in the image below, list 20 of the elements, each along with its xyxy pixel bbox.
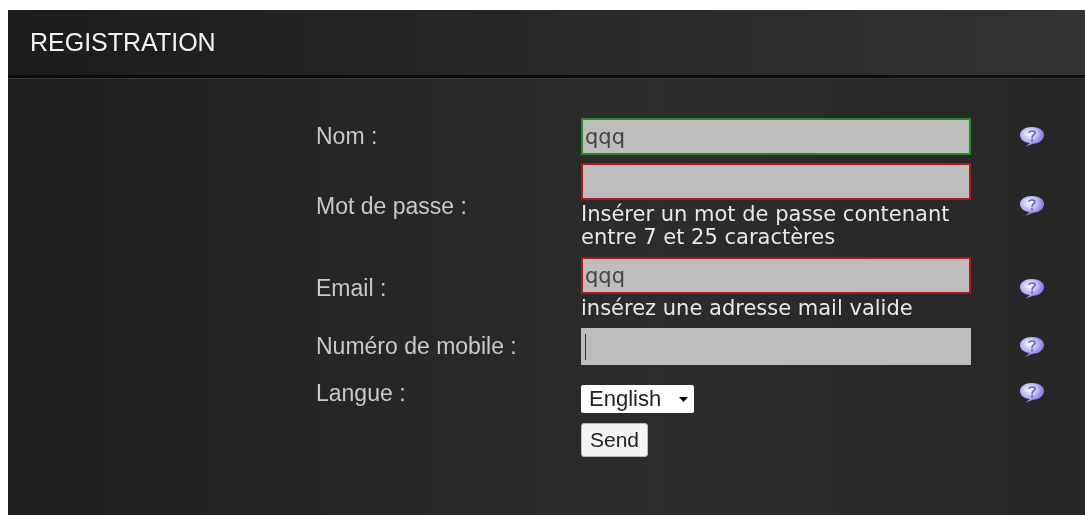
field-label: Numéro de mobile : (316, 333, 518, 360)
field-label: Email : (316, 275, 388, 302)
help-icon[interactable] (1019, 195, 1045, 217)
send-button[interactable]: Send (581, 423, 649, 457)
field-label: Langue : (316, 379, 407, 407)
caret-icon (679, 396, 689, 402)
validation-message: Insérer un mot de passe contenant entre 7 et 25 caractères (581, 203, 951, 249)
page-title: REGISTRATION (30, 28, 216, 57)
field-label: Nom : (316, 123, 379, 150)
input-field[interactable] (581, 163, 971, 200)
help-icon[interactable] (1019, 335, 1045, 358)
field-label: Mot de passe : (316, 192, 468, 220)
help-icon[interactable] (1019, 382, 1045, 404)
input-field[interactable] (581, 328, 971, 365)
language-select[interactable]: English (581, 385, 695, 413)
validation-message: insérez une adresse mail valide (581, 297, 914, 320)
help-icon[interactable] (1019, 277, 1045, 300)
help-icon[interactable] (1019, 125, 1045, 148)
input-field[interactable]: qqq (581, 118, 971, 155)
input-field[interactable]: qqq (581, 257, 971, 294)
